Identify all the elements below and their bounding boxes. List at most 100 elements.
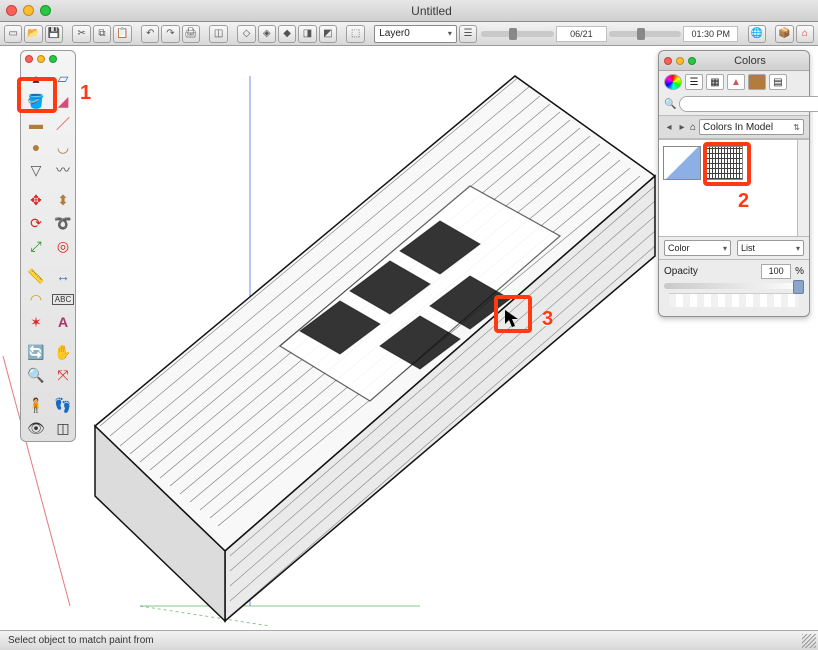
paint-bucket-tool[interactable]: 🪣 <box>23 90 49 112</box>
text-tool[interactable]: ABC <box>50 288 76 310</box>
swatch-area[interactable] <box>659 139 809 237</box>
rectangle-tool[interactable]: ▬ <box>23 113 49 135</box>
share-model-button[interactable]: 📦 <box>775 25 793 43</box>
custom-palette-icon[interactable]: ▤ <box>769 74 787 90</box>
shadow-date-slider[interactable] <box>609 31 682 37</box>
axes-tool[interactable]: ✶ <box>23 311 49 333</box>
followme-tool[interactable]: ➰ <box>50 212 76 234</box>
color-well-row[interactable] <box>669 293 799 307</box>
line-tool[interactable]: ／ <box>50 113 76 135</box>
color-library-dropdown[interactable]: Colors In Model ⇅ <box>699 119 804 135</box>
scale-tool[interactable]: ⤢ <box>23 235 49 257</box>
open-file-button[interactable]: 📂 <box>24 25 42 43</box>
geolocation-button[interactable]: ⌂ <box>796 25 814 43</box>
shadow-date[interactable]: 06/21 <box>556 26 607 42</box>
vertical-scrollbar[interactable] <box>797 140 809 236</box>
opacity-value-input[interactable]: 100 <box>761 264 791 279</box>
save-file-button[interactable]: 💾 <box>45 25 63 43</box>
monochrome-view-button[interactable]: ◩ <box>319 25 337 43</box>
new-file-button[interactable]: ▭ <box>4 25 22 43</box>
tape-tool[interactable]: 📏 <box>23 265 49 287</box>
layer-manager-button[interactable]: ☰ <box>459 25 477 43</box>
nav-back-icon[interactable]: ◂ <box>664 122 674 133</box>
offset-tool[interactable]: ◎ <box>50 235 76 257</box>
protractor-tool[interactable]: ◠ <box>23 288 49 310</box>
wireframe-view-button[interactable]: ◇ <box>237 25 255 43</box>
circle-tool[interactable]: ● <box>23 136 49 158</box>
home-icon[interactable]: ⌂ <box>690 122 696 133</box>
cut-button[interactable]: ✂ <box>72 25 90 43</box>
minimize-window-icon[interactable] <box>23 5 34 16</box>
default-material-swatch[interactable] <box>663 146 701 180</box>
paste-button[interactable]: 📋 <box>113 25 131 43</box>
colors-panel[interactable]: Colors ☰ ▦ ▲ ▤ 🔍 ◂ ▸ ⌂ Colors In Model ⇅… <box>658 50 810 317</box>
minimize-icon[interactable] <box>676 57 684 65</box>
close-icon[interactable] <box>664 57 672 65</box>
walk-tool[interactable]: 👣 <box>50 394 76 416</box>
annotation-box-3 <box>494 295 532 333</box>
status-message: Select object to match paint from <box>8 635 154 646</box>
pan-tool[interactable]: ✋ <box>50 341 76 363</box>
pushpull-tool[interactable]: ⬍ <box>50 189 76 211</box>
move-tool[interactable]: ✥ <box>23 189 49 211</box>
color-wheel-icon[interactable] <box>664 74 682 90</box>
list-mode-dropdown[interactable]: List▾ <box>737 240 804 256</box>
color-search-row: 🔍 <box>659 93 809 115</box>
d3text-tool[interactable]: A <box>50 311 76 333</box>
print-button[interactable]: 🖨 <box>182 25 200 43</box>
eraser-tool[interactable]: ◢ <box>50 90 76 112</box>
redo-button[interactable]: ↷ <box>161 25 179 43</box>
zoom-icon[interactable] <box>49 55 57 63</box>
zoom-icon[interactable] <box>688 57 696 65</box>
color-mode-row: ☰ ▦ ▲ ▤ <box>659 71 809 93</box>
make-component-button[interactable]: ◫ <box>209 25 227 43</box>
undo-button[interactable]: ↶ <box>141 25 159 43</box>
window-traffic-lights[interactable] <box>6 5 51 16</box>
color-filter-dropdown[interactable]: Color▾ <box>664 240 731 256</box>
shadow-time-slider[interactable] <box>481 31 554 37</box>
orbit-tool[interactable]: 🔄 <box>23 341 49 363</box>
search-icon: 🔍 <box>664 99 676 110</box>
window-title: Untitled <box>51 4 812 18</box>
shaded-view-button[interactable]: ◆ <box>278 25 296 43</box>
shaded-textures-view-button[interactable]: ◨ <box>298 25 316 43</box>
rotate-tool[interactable]: ⟳ <box>23 212 49 234</box>
resize-handle-icon[interactable] <box>802 634 816 648</box>
shadow-time[interactable]: 01:30 PM <box>683 26 738 42</box>
colors-panel-title: Colors <box>696 55 804 67</box>
xray-view-button[interactable]: ⬚ <box>346 25 364 43</box>
color-sliders-icon[interactable]: ☰ <box>685 74 703 90</box>
colors-panel-titlebar[interactable]: Colors <box>659 51 809 71</box>
zoom-tool[interactable]: 🔍 <box>23 364 49 386</box>
dimension-tool[interactable]: ↔ <box>50 265 76 287</box>
look-around-tool[interactable]: 👁 <box>23 417 49 439</box>
zoom-window-icon[interactable] <box>40 5 51 16</box>
minimize-icon[interactable] <box>37 55 45 63</box>
textures-icon[interactable] <box>748 74 766 90</box>
tool-palette[interactable]: ▴ ▱ 🪣 ◢ ▬ ／ ● ◡ ▽ 〰 ✥ ⬍ ⟳ ➰ ⤢ ◎ 📏 ↔ ◠ AB… <box>20 50 76 442</box>
position-camera-tool[interactable]: 🧍 <box>23 394 49 416</box>
layer-dropdown-label: Layer0 <box>379 28 410 39</box>
copy-button[interactable]: ⧉ <box>93 25 111 43</box>
arc-tool[interactable]: ◡ <box>50 136 76 158</box>
close-icon[interactable] <box>25 55 33 63</box>
image-palettes-icon[interactable]: ▦ <box>706 74 724 90</box>
freehand-tool[interactable]: 〰 <box>50 159 76 181</box>
opacity-slider[interactable] <box>664 283 804 289</box>
texture-material-swatch[interactable] <box>705 146 743 180</box>
get-models-button[interactable]: 🌐 <box>748 25 766 43</box>
crayons-icon[interactable]: ▲ <box>727 74 745 90</box>
component-tool[interactable]: ▱ <box>50 67 76 89</box>
zoom-extents-tool[interactable]: ⤧ <box>50 364 76 386</box>
section-plane-tool[interactable]: ◫ <box>50 417 76 439</box>
layer-dropdown[interactable]: Layer0 ▾ <box>374 25 457 43</box>
palette-traffic-lights[interactable] <box>21 53 75 65</box>
select-tool[interactable]: ▴ <box>23 67 49 89</box>
nav-fwd-icon[interactable]: ▸ <box>677 122 687 133</box>
filter-row: Color▾ List▾ <box>659 237 809 259</box>
color-search-input[interactable] <box>679 96 818 112</box>
hidden-line-view-button[interactable]: ◈ <box>258 25 276 43</box>
polygon-tool[interactable]: ▽ <box>23 159 49 181</box>
close-window-icon[interactable] <box>6 5 17 16</box>
opacity-section: Opacity 100 % <box>659 259 809 316</box>
